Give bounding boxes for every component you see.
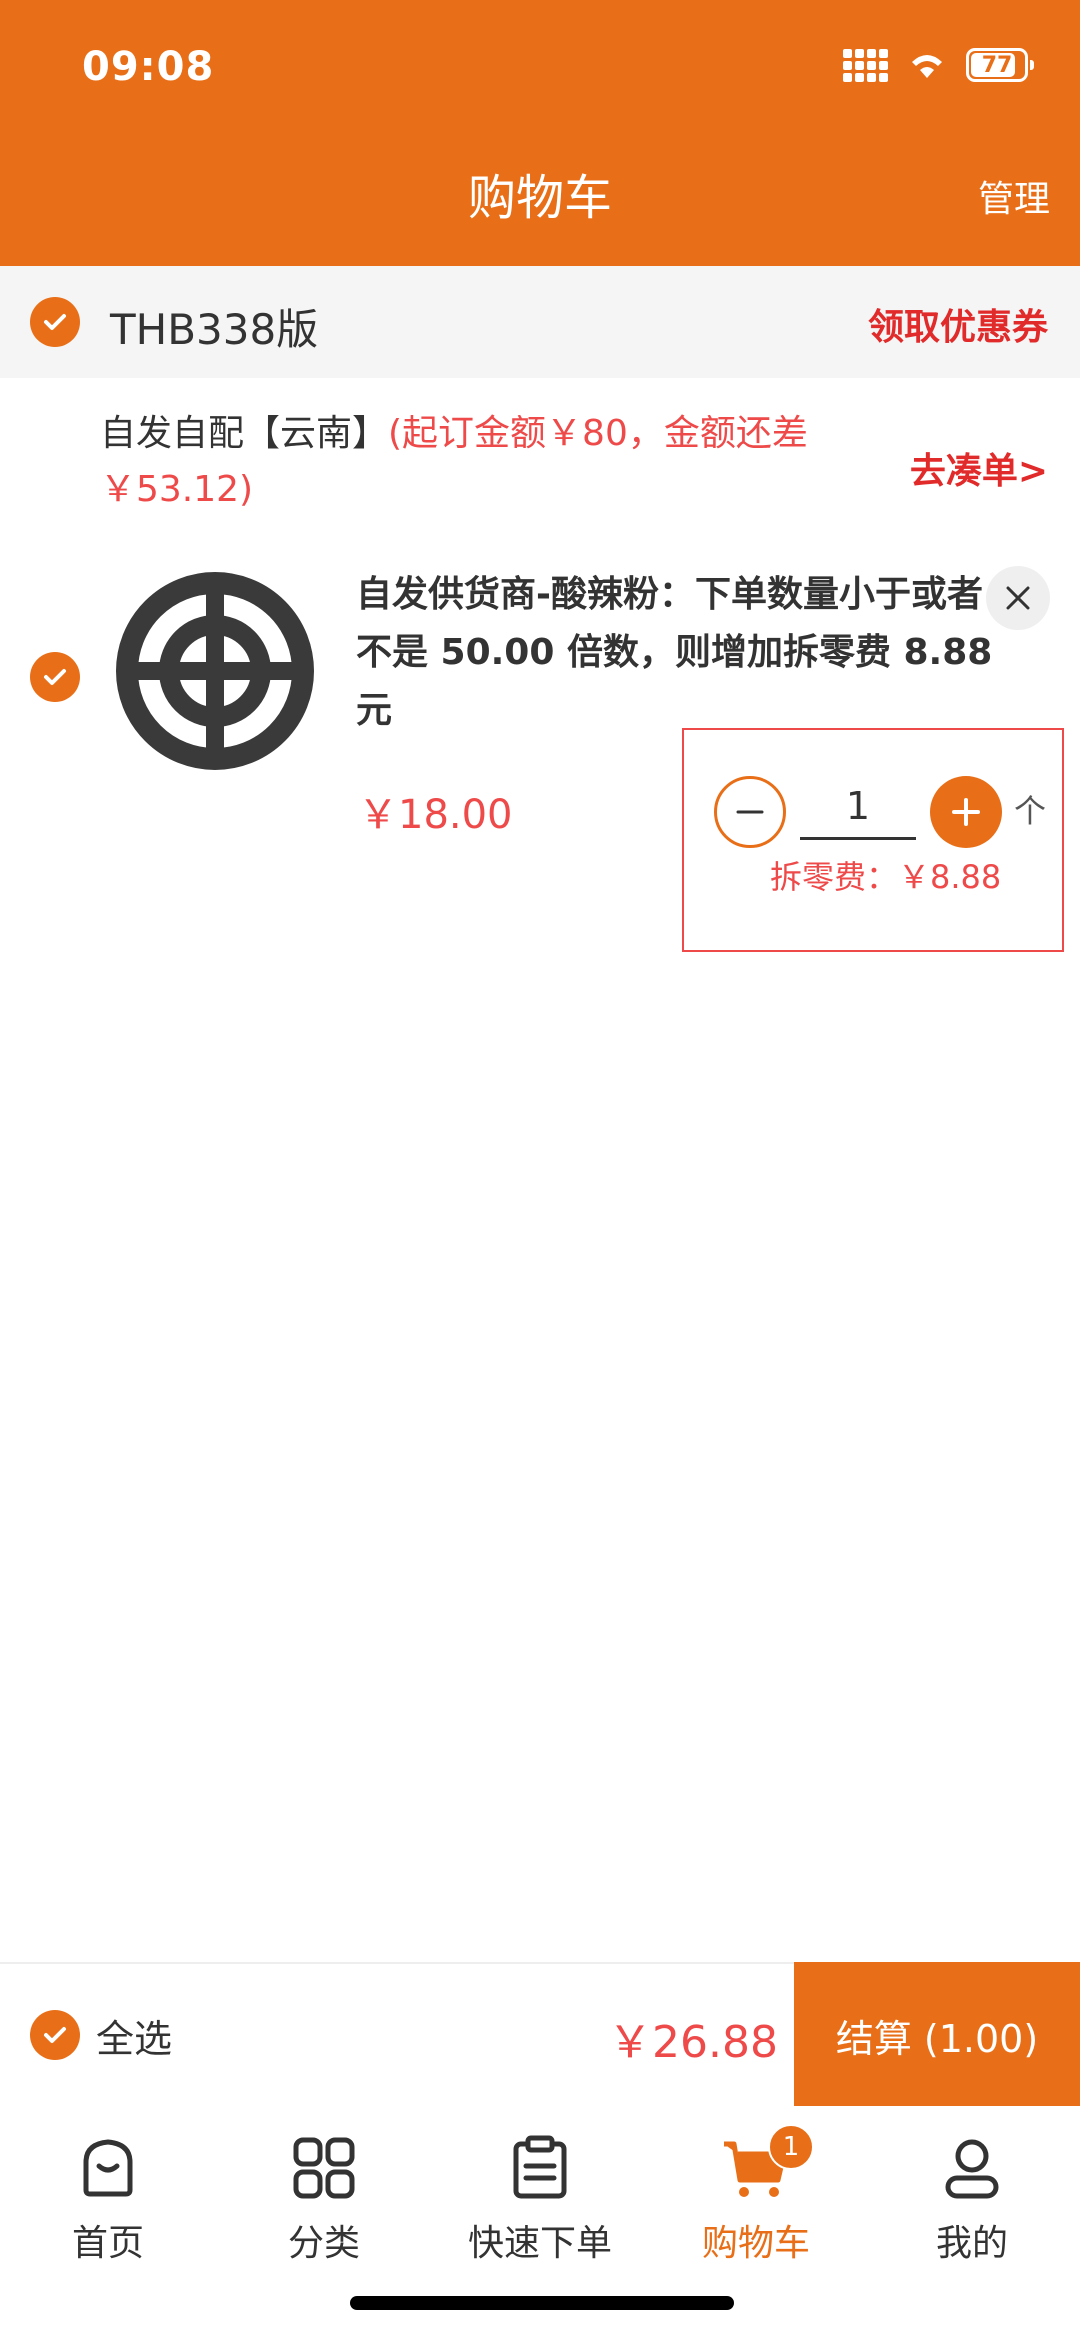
product-image[interactable] (110, 566, 320, 776)
store-checkbox[interactable] (30, 297, 80, 347)
product-price: ￥18.00 (358, 792, 513, 838)
increase-quantity-button[interactable] (930, 776, 1002, 848)
cart-badge: 1 (768, 2124, 814, 2170)
tab-quick-order[interactable]: 快速下单 (432, 2132, 648, 2266)
min-order-notice: 自发自配【云南】(起订金额￥80，金额还差￥53.12) (100, 406, 890, 518)
checkout-button[interactable]: 结算 (1.00) (794, 1962, 1080, 2108)
tab-home-label: 首页 (71, 2223, 144, 2264)
check-icon (44, 2027, 66, 2043)
home-indicator (350, 2296, 734, 2310)
person-icon (945, 2139, 999, 2199)
close-icon (1006, 586, 1030, 610)
store-bar: THB338版 领取优惠券 (0, 266, 1080, 378)
select-all-label[interactable]: 全选 (96, 2008, 172, 2063)
tab-category-label: 分类 (287, 2223, 360, 2264)
item-checkbox[interactable] (30, 652, 80, 702)
get-coupon-link[interactable]: 领取优惠券 (868, 298, 1048, 350)
status-time: 09:08 (82, 44, 215, 90)
tab-cart[interactable]: 1 购物车 (648, 2124, 864, 2266)
battery-icon: 77 (966, 48, 1034, 82)
store-name: THB338版 (110, 305, 319, 354)
total-price: ￥26.88 (608, 2017, 778, 2068)
clipboard-icon (513, 2135, 567, 2199)
select-all-checkbox[interactable] (30, 2010, 80, 2060)
home-icon (83, 2139, 133, 2197)
decrease-quantity-button[interactable] (714, 776, 786, 848)
minus-icon (736, 810, 764, 814)
remove-item-button[interactable] (986, 566, 1050, 630)
tab-mine-label: 我的 (935, 2223, 1008, 2264)
wifi-icon (912, 55, 942, 78)
header: 09:08 77 购物车 管理 (0, 0, 1080, 266)
quantity-input[interactable]: 1 (800, 778, 916, 840)
page-title: 购物车 (467, 170, 612, 226)
quantity-unit: 个 (1014, 792, 1047, 830)
check-icon (44, 314, 66, 330)
delivery-type: 自发自配【云南】 (100, 413, 389, 454)
tab-category[interactable]: 分类 (216, 2132, 432, 2266)
tab-mine[interactable]: 我的 (864, 2132, 1080, 2266)
battery-level: 77 (981, 52, 1013, 78)
signal-icon (843, 48, 888, 82)
split-fee: 拆零费：￥8.88 (770, 858, 1002, 896)
tab-quick-order-label: 快速下单 (467, 2223, 612, 2264)
plus-icon (952, 798, 980, 826)
manage-button[interactable]: 管理 (978, 170, 1050, 222)
status-icons: 77 (843, 48, 1034, 82)
check-icon (44, 669, 66, 685)
tab-cart-label: 购物车 (701, 2223, 810, 2264)
grid-icon (293, 2137, 355, 2199)
go-combine-link[interactable]: 去凑单> (910, 442, 1048, 494)
checkout-bar: 全选 ￥26.88 结算 (1.00) (0, 1962, 1080, 2108)
tab-home[interactable]: 首页 (0, 2132, 216, 2266)
product-name: 自发供货商-酸辣粉：下单数量小于或者不是 50.00 倍数，则增加拆零费 8.8… (356, 574, 993, 731)
